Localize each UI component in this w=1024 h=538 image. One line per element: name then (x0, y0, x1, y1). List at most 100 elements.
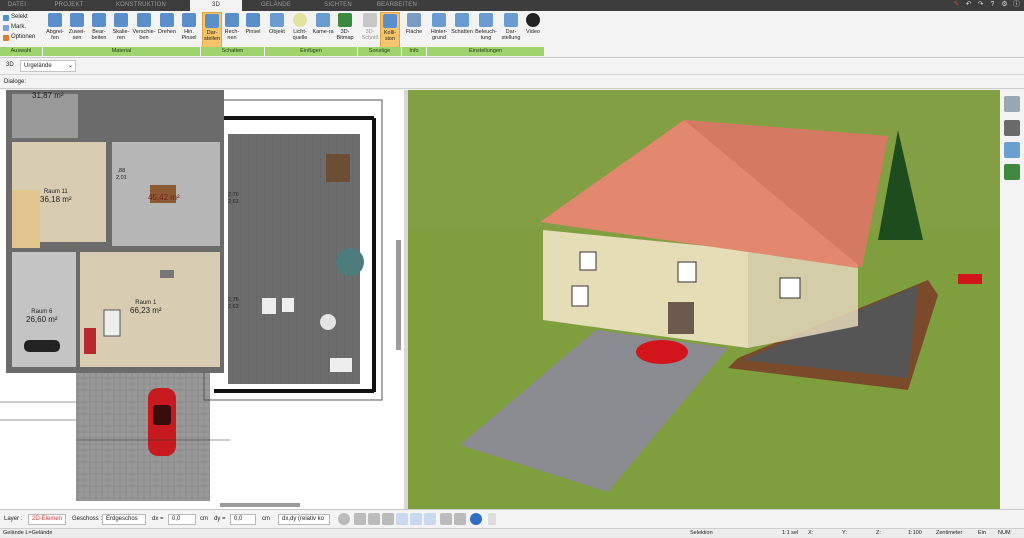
line-icon[interactable] (410, 513, 422, 525)
layer-value: 2D-Elemen (32, 516, 63, 522)
display-label: Dar-stellung (501, 29, 521, 41)
help-icon[interactable]: ? (989, 1, 996, 9)
select-label: Selekt (11, 14, 28, 20)
insert-light-button[interactable]: Licht-quelle (288, 12, 312, 50)
info-icon[interactable]: ⓘ (1013, 1, 1020, 9)
clock-icon[interactable] (338, 513, 350, 525)
settings-icon[interactable]: ⚙ (1001, 1, 1008, 9)
room-area-top: 31,87 m² (32, 91, 64, 100)
dx-input[interactable]: 0,0 (168, 514, 196, 525)
lighting-label: Beleuch-tung (475, 29, 497, 41)
mark-label: Mark. (11, 24, 26, 30)
menu-tab-gelaende[interactable]: GELÄNDE (254, 0, 298, 11)
group-einstellungen: Einstellungen (427, 47, 544, 56)
layer-label: Layer : (4, 516, 23, 522)
plus-icon (3, 34, 9, 41)
undo-icon[interactable]: ↶ (965, 1, 972, 9)
material-scale-button[interactable]: Skalie-ren (110, 12, 132, 50)
snap-icon[interactable] (382, 513, 394, 525)
layer-stack-icon[interactable] (354, 513, 366, 525)
material-brush-button[interactable]: Hin. Pinsel (178, 12, 200, 50)
room-label-raum-6: Raum 6 26,60 m² (26, 309, 58, 324)
shadow-calc-label: Rech-nen (224, 29, 240, 41)
camera-icon (316, 13, 330, 27)
cursor-icon (3, 14, 9, 21)
dy-unit: cm (262, 516, 270, 522)
palette-icon[interactable] (1004, 142, 1020, 158)
status-left: Gelände L=Gelände (3, 530, 53, 536)
floor-plan-view[interactable]: 31,87 m² Raum 11 36,18 m² 45,42 m² Raum 6… (0, 90, 404, 509)
3d-view[interactable] (408, 90, 1000, 509)
menu-tab-bearbeiten[interactable]: BEARBEITEN (372, 0, 422, 11)
terrain-select[interactable]: Urgelände ⌄ (20, 60, 76, 72)
menu-bar: DATEI PROJEKT KONSTRUKTION 3D GELÄNDE SI… (0, 0, 1024, 11)
material-pick-button[interactable]: Abgrei-fen (44, 12, 66, 50)
mark-tool[interactable]: Mark. (3, 23, 26, 32)
area-button[interactable]: Fläche (403, 12, 425, 50)
bottom-toolbar: Layer : 2D-Elemen Geschoss : Erdgeschos … (0, 509, 1024, 528)
display-button[interactable]: Dar-stellung (499, 12, 523, 50)
material-rotate-button[interactable]: Drehen (156, 12, 178, 50)
layer-select[interactable]: 2D-Elemen (28, 514, 66, 525)
collision-icon (383, 14, 397, 28)
room-label-raum-11: Raum 11 36,18 m² (40, 189, 72, 204)
insert-object-button[interactable]: Objekt (266, 12, 288, 50)
material-scale-label: Skalie-ren (112, 29, 130, 41)
status-unit: Zentimeter (936, 530, 963, 536)
group-einfuegen: Einfügen (265, 47, 357, 56)
shadow-show-button[interactable]: Dar-stellen (202, 12, 222, 50)
section-3d-button[interactable]: 3D-Schnitt (360, 12, 380, 50)
area-label: Fläche (405, 29, 423, 35)
collision-label: Kolli-sion (383, 30, 397, 42)
material-assign-button[interactable]: Zuwei-sen (66, 12, 88, 50)
material-move-button[interactable]: Verschie-ben (132, 12, 156, 50)
pin-icon[interactable] (488, 513, 496, 525)
dx-label: dx = (152, 516, 164, 522)
status-num: NUM (998, 530, 1011, 536)
dim-value-3: 2,76 (228, 297, 239, 303)
paintbrush-icon (182, 13, 196, 27)
measure-icon[interactable] (424, 513, 436, 525)
lighting-button[interactable]: Beleuch-tung (473, 12, 499, 50)
angle-icon[interactable] (396, 513, 408, 525)
house-icon (455, 13, 469, 27)
select-tool[interactable]: Selekt (3, 13, 28, 22)
floor-plan-drawing (0, 90, 401, 507)
grid-icon[interactable] (440, 513, 452, 525)
shadow-brush-button[interactable]: Pinsel (242, 12, 264, 50)
chair-icon[interactable] (1004, 120, 1020, 136)
collision-button[interactable]: Kolli-sion (380, 12, 400, 50)
geschoss-select[interactable]: Erdgeschos (102, 514, 146, 525)
pen-icon[interactable]: ✎ (953, 1, 960, 9)
background-button[interactable]: Hinter-grund (427, 12, 451, 50)
insert-bitmap-button[interactable]: 3D-Bitmap (334, 12, 356, 50)
insert-camera-button[interactable]: Kame-ra (312, 12, 334, 50)
menu-tab-sichten[interactable]: SICHTEN (316, 0, 360, 11)
options-tool[interactable]: Optionen (3, 33, 35, 42)
rectangle-icon[interactable] (454, 513, 466, 525)
menu-tab-projekt[interactable]: PROJEKT (46, 0, 92, 11)
calculate-icon (225, 13, 239, 27)
material-edit-button[interactable]: Bear-beiten (88, 12, 110, 50)
video-button[interactable]: Video (523, 12, 543, 50)
layers-icon[interactable] (1004, 96, 1020, 112)
shadow-calc-button[interactable]: Rech-nen (222, 12, 242, 50)
dy-input[interactable]: 0,0 (230, 514, 256, 525)
paint-icon[interactable] (368, 513, 380, 525)
room-area-raum-1: 66,23 m² (130, 306, 162, 315)
terrain-select-value: Urgelände (24, 63, 52, 69)
menu-tab-datei[interactable]: DATEI (2, 0, 32, 11)
redo-icon[interactable]: ↷ (977, 1, 984, 9)
material-edit-label: Bear-beiten (91, 29, 107, 41)
room-label-raum-1: Raum 1 66,23 m² (130, 300, 162, 315)
menu-tab-konstruktion[interactable]: KONSTRUKTION (106, 0, 176, 11)
shadow-settings-button[interactable]: Schatten (451, 12, 473, 50)
move-icon (137, 13, 151, 27)
tree-icon[interactable] (1004, 164, 1020, 180)
picture-icon (432, 13, 446, 27)
room-area-raum-11: 36,18 m² (40, 195, 72, 204)
coord-mode-select[interactable]: dx,dy (relativ ko (278, 514, 330, 525)
menu-tab-3d[interactable]: 3D (190, 0, 242, 11)
material-rotate-label: Drehen (157, 29, 177, 35)
north-icon[interactable] (470, 513, 482, 525)
